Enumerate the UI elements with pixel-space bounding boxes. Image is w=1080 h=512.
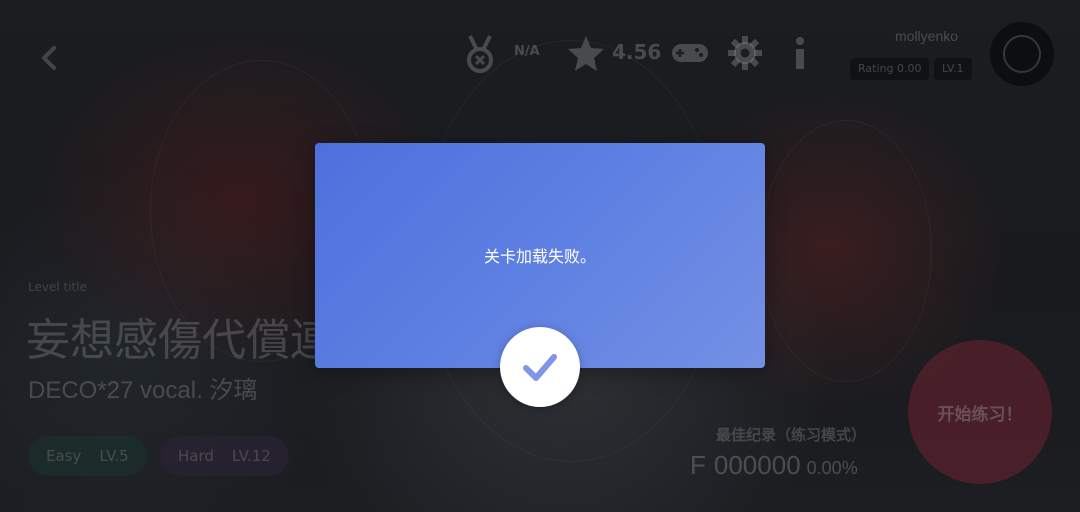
game-screen: N/A 4.56 mollyenko Rating 0.00 LV.1 Leve… bbox=[0, 0, 1080, 512]
dialog-message: 关卡加载失败。 bbox=[483, 246, 596, 266]
best-accuracy: 0.00% bbox=[806, 458, 858, 478]
avatar[interactable] bbox=[990, 22, 1054, 86]
checkmark-icon bbox=[523, 354, 557, 381]
username: mollyenko bbox=[895, 28, 959, 44]
info-button[interactable] bbox=[788, 34, 812, 74]
difficulty-name: Easy bbox=[46, 447, 82, 465]
back-arrow-icon bbox=[42, 46, 56, 70]
best-record-label: 最佳纪录（练习模式） bbox=[716, 426, 867, 444]
medal-icon bbox=[467, 35, 493, 73]
best-grade: F bbox=[690, 450, 706, 480]
background-art bbox=[760, 120, 932, 382]
best-record: F 000000 0.00% bbox=[690, 450, 858, 481]
level-badge: LV.1 bbox=[934, 58, 972, 80]
song-artist: DECO*27 vocal. 汐璃 bbox=[28, 377, 258, 404]
back-button[interactable] bbox=[28, 36, 72, 80]
difficulty-level: LV.5 bbox=[99, 447, 129, 465]
start-practice-button[interactable]: 开始练习！ bbox=[908, 340, 1052, 484]
best-score: 000000 bbox=[713, 450, 801, 480]
settings-button[interactable] bbox=[726, 34, 764, 72]
difficulty-level: LV.12 bbox=[231, 447, 271, 465]
difficulty-easy-button[interactable]: Easy LV.5 bbox=[28, 436, 147, 476]
star-icon bbox=[566, 34, 606, 74]
song-label: Level title bbox=[28, 280, 87, 294]
rating-value: 4.56 bbox=[612, 40, 662, 64]
medal-button[interactable] bbox=[462, 34, 498, 74]
confirm-button[interactable] bbox=[500, 327, 580, 407]
start-practice-label: 开始练习！ bbox=[937, 404, 1023, 425]
difficulty-hard-button[interactable]: Hard LV.12 bbox=[160, 436, 289, 476]
gamepad-icon bbox=[672, 44, 708, 62]
info-icon bbox=[796, 37, 804, 69]
rating-badge: Rating 0.00 bbox=[850, 58, 930, 80]
gamepad-button[interactable] bbox=[670, 38, 710, 68]
gear-icon bbox=[728, 36, 762, 70]
difficulty-name: Hard bbox=[178, 447, 214, 465]
medal-status: N/A bbox=[514, 44, 540, 59]
